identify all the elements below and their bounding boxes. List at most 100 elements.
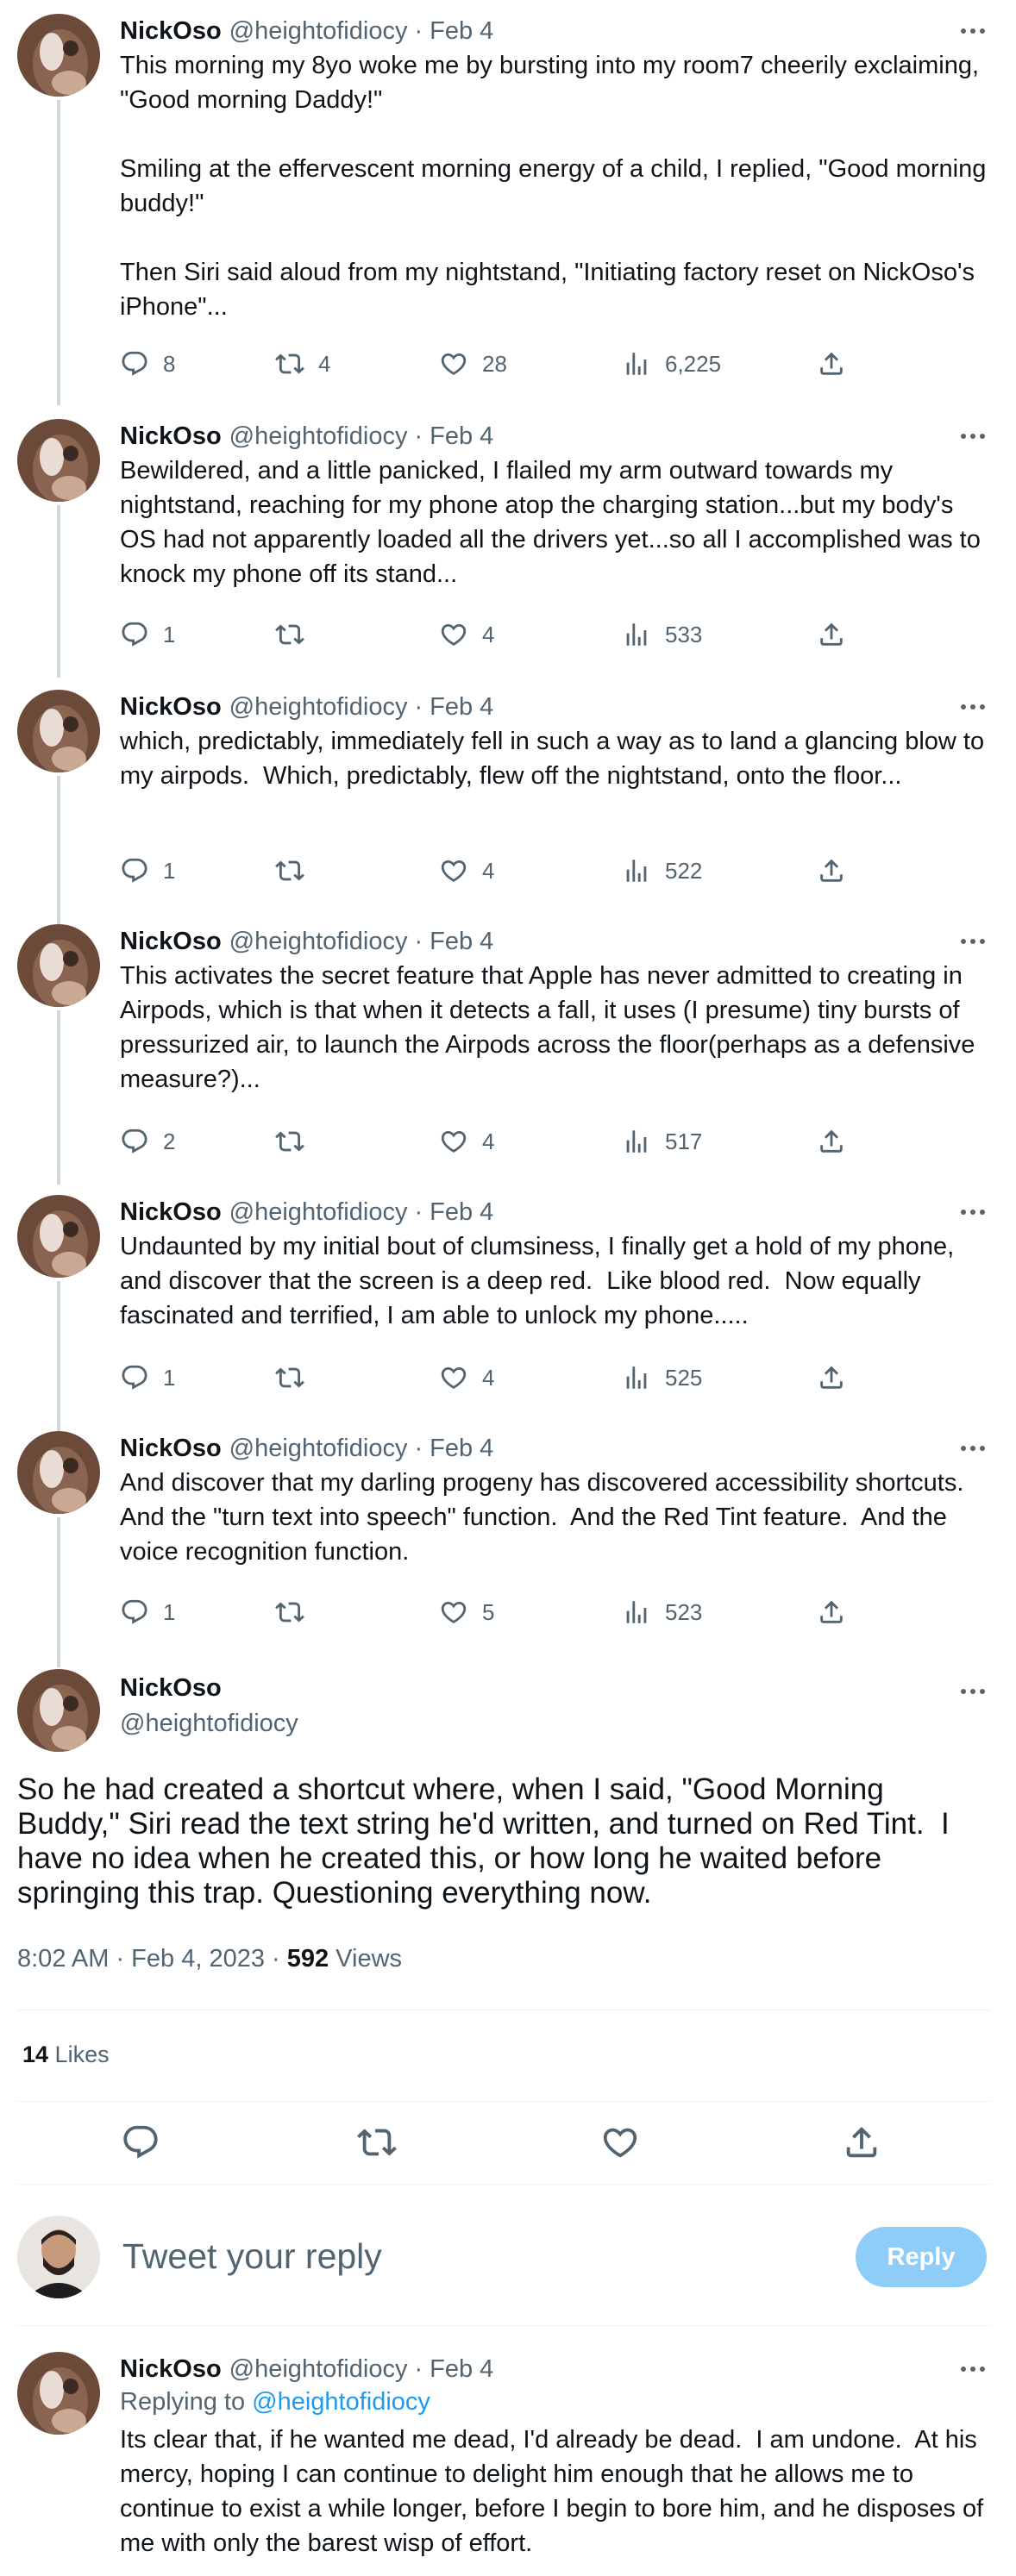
like-action[interactable]: 28 <box>439 345 507 383</box>
thread-connector <box>57 505 60 678</box>
author-name[interactable]: NickOso <box>120 928 222 956</box>
tweet-date[interactable]: Feb 4 <box>430 422 493 451</box>
avatar[interactable] <box>17 419 100 502</box>
retweet-icon <box>275 624 304 645</box>
avatar[interactable] <box>17 1669 100 1752</box>
replying-to-link[interactable]: @heightofidiocy <box>252 2388 430 2416</box>
thread-connector <box>57 1281 60 1431</box>
retweet-action[interactable] <box>275 1593 318 1631</box>
author-name[interactable]: NickOso <box>120 422 222 451</box>
avatar[interactable] <box>17 2352 100 2435</box>
like-action[interactable]: 4 <box>439 1122 494 1160</box>
tweet-date[interactable]: Feb 4 <box>430 1435 493 1463</box>
tweet-date[interactable]: Feb 4 <box>430 17 493 46</box>
retweet-action[interactable] <box>275 1359 318 1397</box>
tweet-date[interactable]: Feb 4 <box>430 693 493 722</box>
share-action[interactable] <box>817 345 846 383</box>
author-name[interactable]: NickOso <box>120 2355 222 2384</box>
share-icon[interactable] <box>842 2123 881 2162</box>
views-action[interactable]: 525 <box>622 1359 702 1397</box>
avatar[interactable] <box>17 1195 100 1278</box>
author-handle[interactable]: @heightofidiocy <box>229 928 408 956</box>
share-action[interactable] <box>817 1122 846 1160</box>
like-action[interactable]: 4 <box>439 852 494 890</box>
retweet-action[interactable] <box>275 1122 318 1160</box>
reply-action[interactable]: 1 <box>120 1593 175 1631</box>
reply-action[interactable]: 2 <box>120 1122 175 1160</box>
more-icon[interactable] <box>957 2354 988 2385</box>
reply-icon[interactable] <box>121 2123 160 2162</box>
like-action[interactable]: 4 <box>439 1359 494 1397</box>
views-count: 525 <box>665 1364 703 1391</box>
views-action[interactable]: 523 <box>622 1593 702 1631</box>
more-icon[interactable] <box>957 1197 988 1228</box>
reply-action[interactable]: 1 <box>120 1359 175 1397</box>
reply-action[interactable]: 1 <box>120 852 175 890</box>
retweet-icon[interactable] <box>357 2123 397 2162</box>
retweet-icon <box>275 1367 304 1388</box>
retweet-action[interactable] <box>275 852 318 890</box>
like-icon <box>441 860 467 882</box>
avatar[interactable] <box>17 690 100 772</box>
tweet-text: Undaunted by my initial bout of clumsine… <box>120 1229 991 1333</box>
reply-header: NickOso @heightofidiocy · Feb 4 <box>120 2354 494 2384</box>
avatar[interactable] <box>17 1431 100 1514</box>
share-action[interactable] <box>817 1593 846 1631</box>
tweet-header: NickOso @heightofidiocy · Feb 4 <box>120 692 494 722</box>
author-handle[interactable]: @heightofidiocy <box>229 2355 408 2384</box>
reply-action[interactable]: 8 <box>120 345 175 383</box>
author-name[interactable]: NickOso <box>120 1198 222 1227</box>
more-icon[interactable] <box>957 421 988 452</box>
tweet-date[interactable]: Feb 4 <box>430 1198 493 1227</box>
more-icon[interactable] <box>957 1433 988 1464</box>
share-icon <box>820 1600 843 1623</box>
avatar[interactable] <box>17 924 100 1007</box>
more-icon[interactable] <box>957 1676 988 1707</box>
retweets-count: 4 <box>318 350 331 377</box>
like-action[interactable]: 5 <box>439 1593 494 1631</box>
views-action[interactable]: 533 <box>622 616 702 653</box>
author-handle[interactable]: @heightofidiocy <box>229 1435 408 1463</box>
more-icon[interactable] <box>957 16 988 47</box>
share-action[interactable] <box>817 852 846 890</box>
views-action[interactable]: 522 <box>622 852 702 890</box>
like-action[interactable]: 4 <box>439 616 494 653</box>
replying-to: Replying to @heightofidiocy <box>120 2388 430 2417</box>
tweet-timestamp[interactable]: 8:02 AM · Feb 4, 2023 · <box>17 1945 287 1973</box>
share-action[interactable] <box>817 616 846 653</box>
reply-tweet-text: Its clear that, if he wanted me dead, I'… <box>120 2426 991 2557</box>
divider <box>17 2101 990 2102</box>
retweet-action[interactable]: 4 <box>275 345 330 383</box>
author-name[interactable]: NickOso <box>120 1435 222 1463</box>
tweet-text: which, predictably, immediately fell in … <box>120 724 991 793</box>
tweet-date[interactable]: Feb 4 <box>430 2355 493 2384</box>
author-handle[interactable]: @heightofidiocy <box>229 422 408 451</box>
tweet-date[interactable]: Feb 4 <box>430 928 493 956</box>
share-action[interactable] <box>817 1359 846 1397</box>
author-handle[interactable]: @heightofidiocy <box>229 1198 408 1227</box>
likes-summary[interactable]: 14 Likes <box>22 2041 110 2068</box>
author-handle[interactable]: @heightofidiocy <box>229 693 408 722</box>
views-action[interactable]: 6,225 <box>622 345 721 383</box>
more-icon[interactable] <box>957 691 988 722</box>
my-avatar[interactable] <box>17 2216 100 2298</box>
replies-count: 1 <box>163 1364 176 1391</box>
author-handle[interactable]: @heightofidiocy <box>229 17 408 46</box>
retweet-action[interactable] <box>275 616 318 653</box>
thread-connector <box>57 1517 60 1667</box>
reply-icon <box>122 622 147 647</box>
likes-label: Likes <box>48 2041 110 2067</box>
main-author-name[interactable]: NickOso <box>120 1674 222 1703</box>
reply-action[interactable]: 1 <box>120 616 175 653</box>
more-icon[interactable] <box>957 926 988 957</box>
views-icon <box>626 1130 647 1153</box>
reply-button[interactable]: Reply <box>856 2227 987 2287</box>
like-icon[interactable] <box>600 2123 640 2162</box>
replies-count: 1 <box>163 857 176 884</box>
avatar[interactable] <box>17 14 100 97</box>
reply-input[interactable]: Tweet your reply <box>122 2236 382 2277</box>
main-author-handle[interactable]: @heightofidiocy <box>120 1710 298 1738</box>
views-action[interactable]: 517 <box>622 1122 702 1160</box>
author-name[interactable]: NickOso <box>120 693 222 722</box>
author-name[interactable]: NickOso <box>120 17 222 46</box>
